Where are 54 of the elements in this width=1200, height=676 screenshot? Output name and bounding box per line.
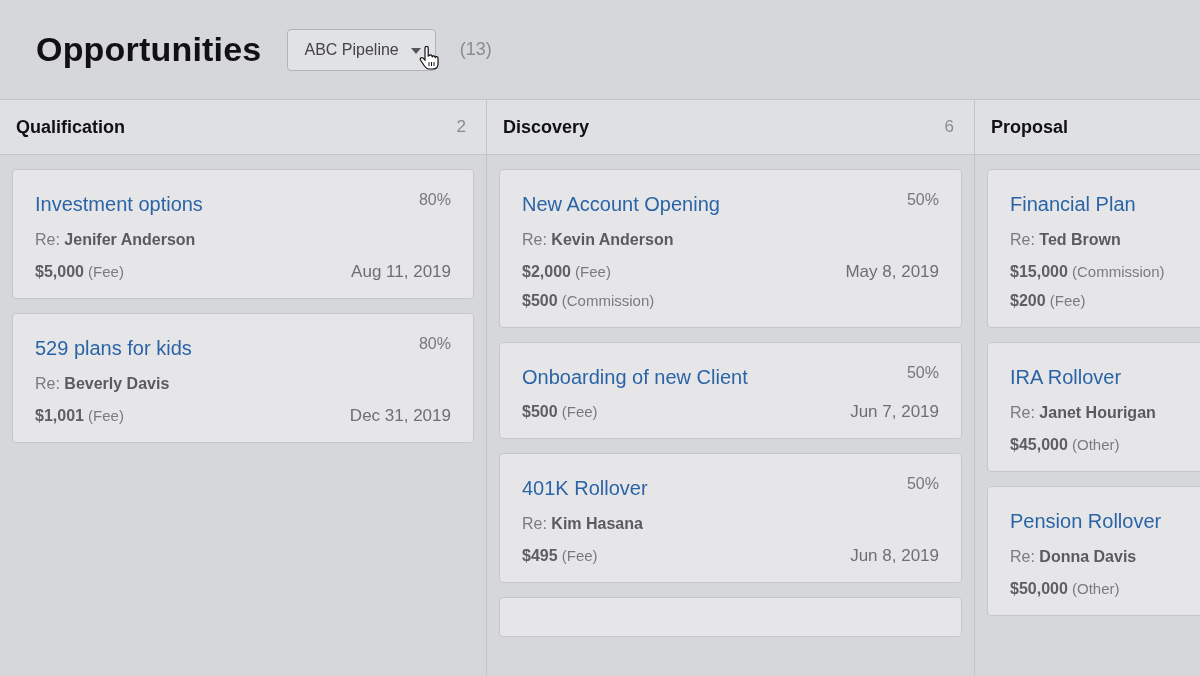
opportunity-card[interactable]: 529 plans for kids 80% Re: Beverly Davis $1,001 (Fee) Dec 31, 2019 [12, 313, 474, 443]
opportunity-title[interactable]: 529 plans for kids [35, 335, 192, 361]
amount: $45,000 (Other) [1010, 435, 1120, 455]
column-count: 6 [944, 117, 954, 137]
opportunity-card[interactable]: Onboarding of new Client 50% $500 (Fee) Jun 7, 2019 [499, 342, 962, 439]
amount: $1,001 (Fee) [35, 406, 124, 426]
probability: 80% [418, 190, 451, 210]
close-date: May 8, 2019 [845, 262, 939, 282]
opportunity-title[interactable]: Investment options [35, 191, 203, 217]
opportunity-title[interactable]: IRA Rollover [1010, 364, 1122, 390]
page-title: Opportunities [36, 30, 262, 69]
opportunity-count: (13) [459, 39, 492, 60]
contact-line: Re: Ted Brown [1010, 230, 1122, 250]
column-title: Proposal [991, 116, 1069, 138]
hand-cursor-icon [418, 45, 439, 70]
contact-line: Re: Kim Hasana [522, 514, 644, 534]
amount: $495 (Fee) [522, 546, 598, 566]
opportunity-card[interactable] [499, 597, 962, 637]
caret-icon [410, 47, 421, 54]
opportunity-title[interactable]: Pension Rollover [1010, 508, 1162, 534]
opportunity-title[interactable]: Onboarding of new Client [522, 364, 748, 390]
probability: 50% [906, 363, 939, 383]
probability: 50% [906, 190, 939, 210]
probability: 80% [418, 334, 451, 354]
opportunity-card[interactable]: IRA Rollover Re: Janet Hourigan $45,000 (Other) [987, 342, 1200, 472]
close-date: Aug 11, 2019 [351, 262, 451, 282]
close-date: Dec 31, 2019 [349, 406, 451, 426]
close-date: Jun 7, 2019 [850, 402, 939, 422]
probability: 50% [906, 474, 939, 494]
opportunity-title[interactable]: Financial Plan [1010, 191, 1136, 217]
opportunity-card[interactable]: New Account Opening 50% Re: Kevin Anderson $2,000 (Fee) May 8, 2019 $500 (Commission) [499, 169, 962, 328]
contact-line: Re: Kevin Anderson [522, 230, 675, 250]
amount: $5,000 (Fee) [35, 262, 124, 282]
amount: $200 (Fee) [1010, 291, 1086, 311]
amount: $50,000 (Other) [1010, 579, 1120, 599]
amount: $15,000 (Commission) [1010, 262, 1165, 282]
pipeline-dropdown[interactable]: ABC Pipeline [287, 28, 436, 71]
opportunity-title[interactable]: 401K Rollover [522, 475, 648, 501]
opportunity-title[interactable]: New Account Opening [522, 191, 720, 217]
amount: $500 (Commission) [522, 291, 655, 311]
close-date: Jun 8, 2019 [850, 546, 939, 566]
contact-line: Re: Janet Hourigan [1010, 403, 1157, 423]
column-count: 2 [456, 117, 466, 137]
contact-line: Re: Beverly Davis [35, 374, 171, 394]
contact-line: Re: Jenifer Anderson [35, 230, 197, 250]
opportunity-card[interactable]: 401K Rollover 50% Re: Kim Hasana $495 (Fee) Jun 8, 2019 [499, 453, 962, 583]
amount: $500 (Fee) [522, 402, 598, 422]
column-title: Discovery [503, 116, 590, 138]
opportunity-card[interactable]: Pension Rollover Re: Donna Davis $50,000 (Other) [987, 486, 1200, 616]
opportunity-card[interactable]: Financial Plan Re: Ted Brown $15,000 (Commission) $200 (Fee) [987, 169, 1200, 328]
amount: $2,000 (Fee) [522, 262, 611, 282]
contact-line: Re: Donna Davis [1010, 547, 1138, 567]
opportunity-card[interactable]: Investment options 80% Re: Jenifer Anderson $5,000 (Fee) Aug 11, 2019 [12, 169, 474, 299]
column-title: Qualification [16, 116, 125, 138]
